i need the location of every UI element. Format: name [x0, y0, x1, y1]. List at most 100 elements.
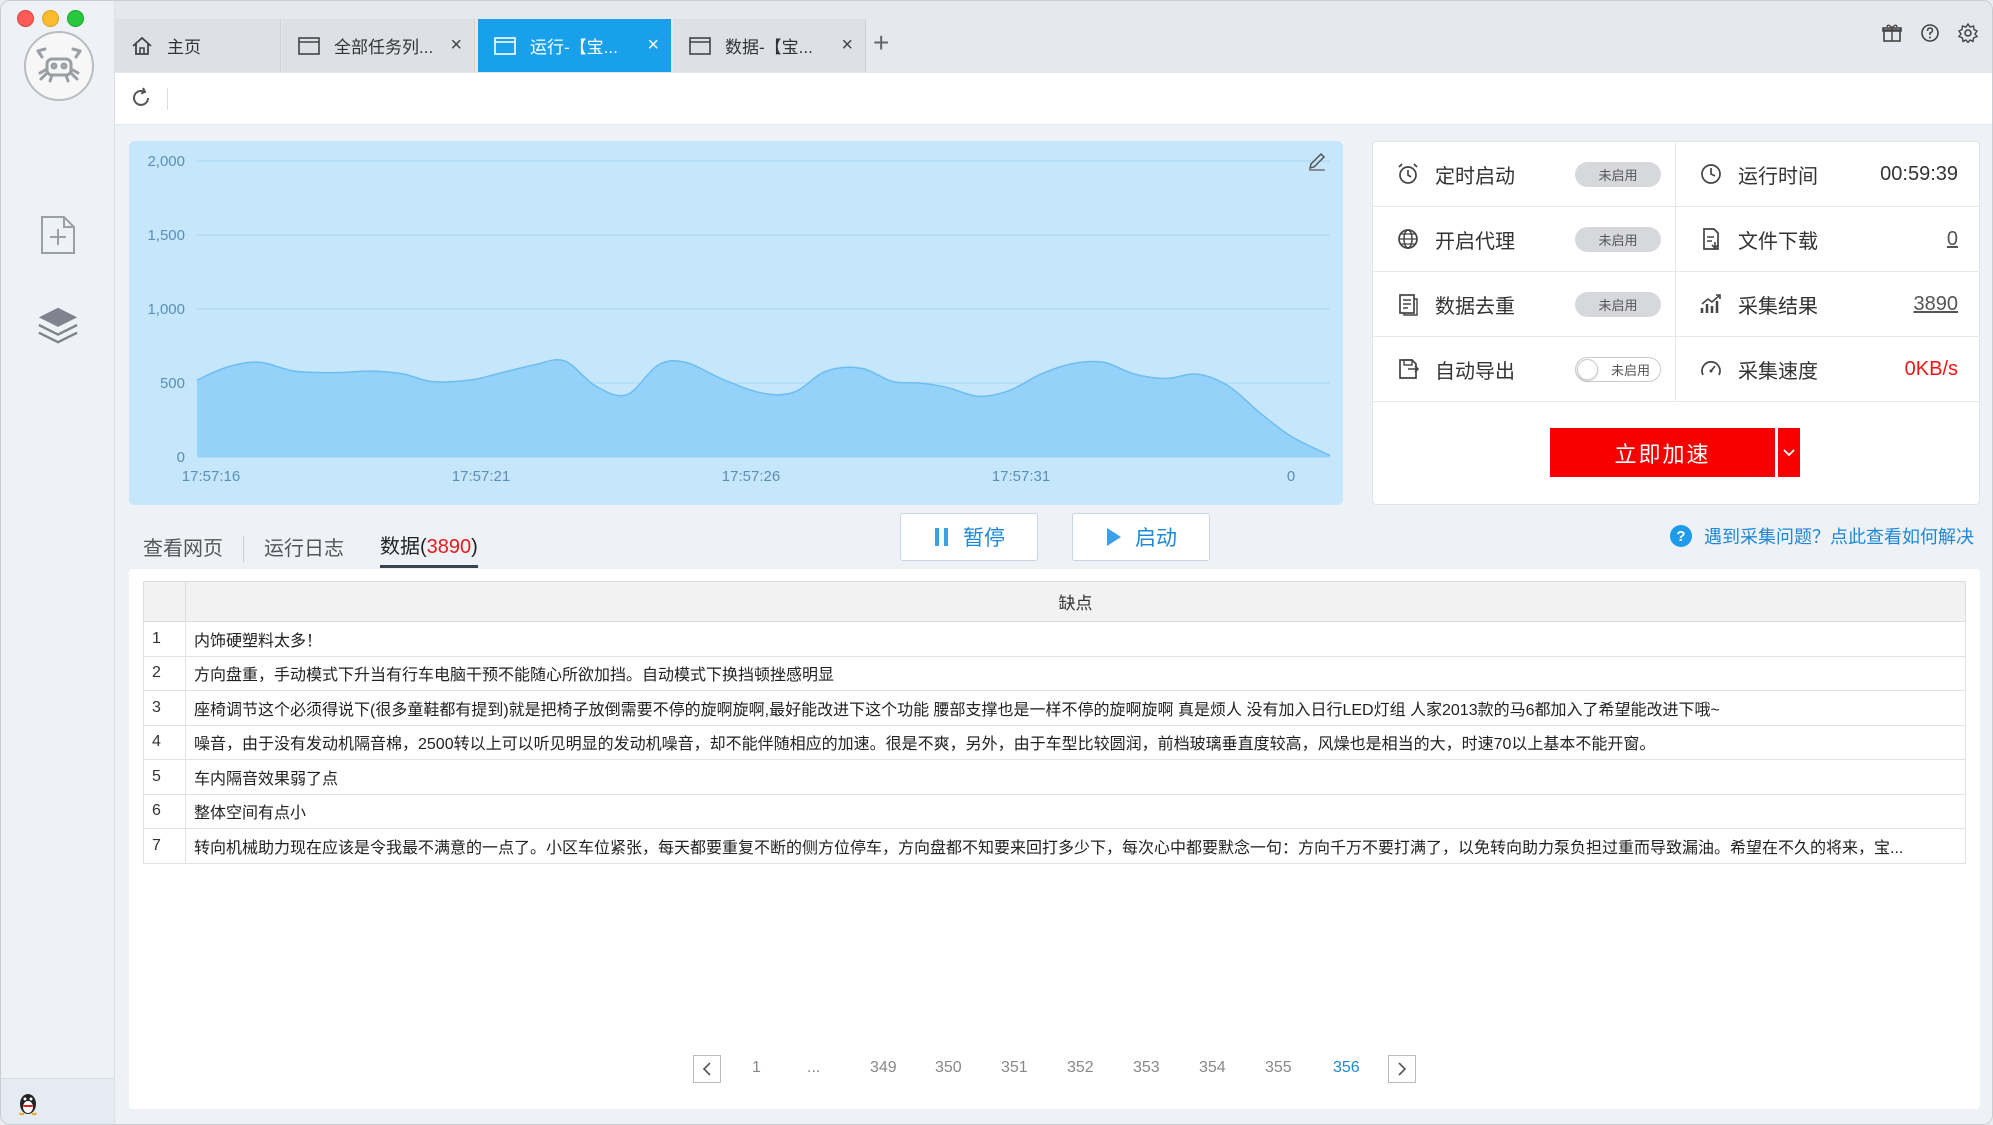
add-tab-button[interactable]: +: [873, 27, 889, 59]
results-row: 采集结果 3890: [1676, 272, 1980, 337]
speed-value: 0KB/s: [1904, 357, 1958, 380]
page-number[interactable]: 353: [1133, 1059, 1160, 1077]
start-label: 启动: [1135, 527, 1177, 550]
qq-penguin-icon[interactable]: [17, 1091, 39, 1120]
table-row[interactable]: 6 整体空间有点小: [143, 793, 1966, 829]
x-tick-label: 17:57:21: [452, 468, 510, 485]
bar-chart-trend-icon: [1698, 291, 1724, 317]
tab-home[interactable]: 主页: [115, 19, 281, 72]
table-row[interactable]: 2 方向盘重，手动模式下升当有行车电脑干预不能随心所欲加挡。自动模式下换挡顿挫感明…: [143, 655, 1966, 691]
window-icon: [689, 36, 711, 55]
globe-icon: [1395, 226, 1421, 252]
tab-data[interactable]: 数据-【宝... ×: [673, 19, 866, 72]
accelerate-button[interactable]: 立即加速: [1550, 428, 1775, 477]
run-time-label: 运行时间: [1738, 165, 1818, 188]
tab-data-view[interactable]: 数据(3890): [380, 530, 478, 568]
window-icon: [298, 36, 320, 55]
reload-icon[interactable]: [129, 86, 153, 115]
page-number[interactable]: 1: [752, 1059, 761, 1077]
question-icon: ?: [1670, 525, 1692, 547]
start-button[interactable]: 启动: [1072, 513, 1210, 561]
maximize-window-button[interactable]: [67, 10, 84, 27]
speed-label: 采集速度: [1738, 360, 1818, 383]
tab-run-log[interactable]: 运行日志: [264, 532, 344, 567]
help-text: 遇到采集问题？点此查看如何解决: [1704, 527, 1974, 547]
close-window-button[interactable]: [17, 10, 34, 27]
x-tick-label: 0: [1287, 468, 1295, 485]
row-defect-text[interactable]: 噪音，由于没有发动机隔音棉，2500转以上可以听见明显的发动机噪音，却不能伴随相…: [185, 724, 1966, 760]
x-tick-label: 17:57:16: [182, 468, 240, 485]
tab-separator: [243, 536, 244, 562]
table-row[interactable]: 1 内饰硬塑料太多！: [143, 621, 1966, 657]
new-task-icon[interactable]: [36, 213, 80, 257]
series-area: [197, 359, 1330, 457]
window-tools: [1880, 21, 1980, 45]
dedupe-toggle[interactable]: 未启用: [1575, 292, 1661, 317]
pause-label: 暂停: [963, 527, 1005, 550]
settings-icon[interactable]: [1956, 21, 1980, 45]
row-defect-text[interactable]: 方向盘重，手动模式下升当有行车电脑干预不能随心所欲加挡。自动模式下换挡顿挫感明显: [185, 655, 1966, 691]
help-link[interactable]: ? 遇到采集问题？点此查看如何解决: [1670, 523, 1974, 549]
page-number[interactable]: 351: [1001, 1059, 1028, 1077]
row-index: 7: [143, 828, 186, 864]
home-icon: [131, 36, 153, 56]
auto-export-toggle[interactable]: 未启用: [1575, 357, 1661, 382]
file-download-value[interactable]: 0: [1947, 228, 1958, 251]
table-row[interactable]: 7 转向机械助力现在应该是令我最不满意的一点了。小区车位紧张，每天都要重复不断的侧…: [143, 828, 1966, 864]
run-time-row: 运行时间 00:59:39: [1676, 142, 1980, 207]
gift-icon[interactable]: [1880, 21, 1904, 45]
close-icon[interactable]: ×: [647, 34, 659, 57]
app-logo[interactable]: [24, 31, 94, 101]
file-download-icon: [1698, 226, 1724, 252]
layers-icon[interactable]: [36, 303, 80, 347]
status-panel: 定时启动 未启用 开启代理 未启用 数据去重 未启用 自动导出 未启用 运行时间…: [1372, 141, 1980, 505]
page-number[interactable]: 355: [1265, 1059, 1292, 1077]
row-index: 6: [143, 793, 186, 829]
tab-all-tasks[interactable]: 全部任务列... ×: [282, 19, 475, 72]
row-defect-text[interactable]: 车内隔音效果弱了点: [185, 759, 1966, 795]
pause-button[interactable]: 暂停: [900, 513, 1038, 561]
schedule-toggle[interactable]: 未启用: [1575, 162, 1661, 187]
accelerate-dropdown[interactable]: [1778, 428, 1800, 477]
row-defect-text[interactable]: 座椅调节这个必须得说下(很多童鞋都有提到)就是把椅子放倒需要不停的旋啊旋啊,最好…: [185, 690, 1966, 726]
tab-run[interactable]: 运行-【宝... ×: [478, 19, 671, 72]
speed-row: 采集速度 0KB/s: [1676, 337, 1980, 402]
help-icon[interactable]: [1918, 21, 1942, 45]
results-value[interactable]: 3890: [1914, 293, 1959, 316]
auto-export-row: 自动导出 未启用: [1373, 337, 1676, 402]
dedupe-label: 数据去重: [1435, 295, 1515, 318]
chevron-right-icon: [1398, 1062, 1407, 1076]
pause-icon: [933, 526, 951, 548]
edit-icon[interactable]: [1307, 151, 1327, 176]
table-row[interactable]: 3 座椅调节这个必须得说下(很多童鞋都有提到)就是把椅子放倒需要不停的旋啊旋啊,最…: [143, 690, 1966, 726]
tab-run-label: 运行-【宝...: [530, 38, 618, 57]
close-icon[interactable]: ×: [841, 34, 853, 57]
page-number[interactable]: 354: [1199, 1059, 1226, 1077]
minimize-window-button[interactable]: [42, 10, 59, 27]
tab-all-tasks-label: 全部任务列...: [334, 38, 434, 57]
page-number[interactable]: 349: [870, 1059, 897, 1077]
file-download-label: 文件下载: [1738, 230, 1818, 253]
chevron-down-icon: [1783, 448, 1795, 456]
row-defect-text[interactable]: 内饰硬塑料太多！: [185, 621, 1966, 657]
table-row[interactable]: 4 噪音，由于没有发动机隔音棉，2500转以上可以听见明显的发动机噪音，却不能伴随…: [143, 724, 1966, 760]
prev-page-button[interactable]: [693, 1055, 721, 1083]
row-defect-text[interactable]: 整体空间有点小: [185, 793, 1966, 829]
close-icon[interactable]: ×: [450, 34, 462, 57]
tab-view-webpage[interactable]: 查看网页: [143, 532, 223, 567]
schedule-row: 定时启动 未启用: [1373, 142, 1676, 207]
page-number[interactable]: 352: [1067, 1059, 1094, 1077]
dedupe-row: 数据去重 未启用: [1373, 272, 1676, 337]
table-header-row: 缺点: [143, 581, 1966, 622]
column-header-defects[interactable]: 缺点: [185, 581, 1966, 622]
page-number[interactable]: 356: [1333, 1059, 1360, 1077]
table-row[interactable]: 5 车内隔音效果弱了点: [143, 759, 1966, 795]
page-number[interactable]: 350: [935, 1059, 962, 1077]
run-page: 0 500 1,000 1,500 2,000 17:57:16 17:57:21 17:57…: [115, 125, 1992, 1124]
page-ellipsis: ...: [807, 1059, 821, 1076]
document-list-icon: [1395, 291, 1421, 317]
row-defect-text[interactable]: 转向机械助力现在应该是令我最不满意的一点了。小区车位紧张，每天都要重复不断的侧方…: [185, 828, 1966, 864]
pagination: 1... 349 350 351 352 353 354 355 356: [115, 1055, 1992, 1085]
next-page-button[interactable]: [1388, 1055, 1416, 1083]
proxy-toggle[interactable]: 未启用: [1575, 227, 1661, 252]
